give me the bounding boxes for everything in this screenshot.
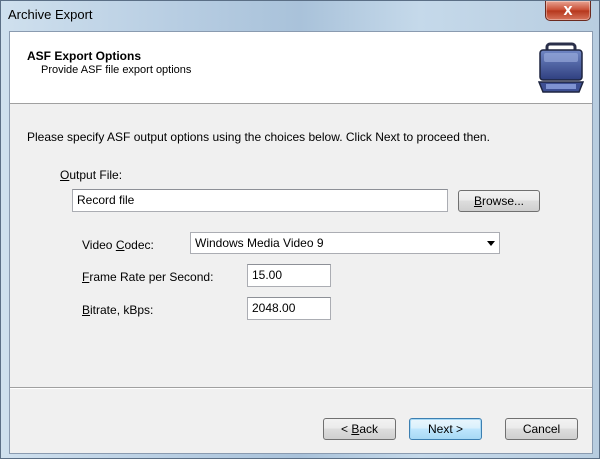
next-button[interactable]: Next > <box>409 418 482 440</box>
wizard-header: ASF Export Options Provide ASF file expo… <box>10 32 592 104</box>
video-codec-label-pre: Video <box>82 238 116 252</box>
briefcase-icon <box>538 42 584 93</box>
frame-rate-label: Frame Rate per Second: <box>82 270 213 284</box>
video-codec-label-text: odec: <box>124 238 154 252</box>
back-button-label: ack <box>359 422 379 436</box>
output-file-input[interactable]: Record file <box>72 189 448 212</box>
video-codec-label: Video Codec: <box>82 238 154 252</box>
cancel-button[interactable]: Cancel <box>505 418 578 440</box>
archive-export-window: Archive Export X ASF Export Options Prov… <box>0 0 600 459</box>
output-file-label-text: utput File: <box>69 168 123 182</box>
bitrate-label-accel: B <box>82 303 91 317</box>
chevron-down-icon[interactable] <box>487 241 495 246</box>
output-file-label: Output File: <box>60 168 122 182</box>
video-codec-dropdown[interactable]: Windows Media Video 9 <box>190 232 500 254</box>
frame-rate-label-text: rame Rate per Second: <box>89 270 214 284</box>
footer-separator <box>10 387 592 389</box>
page-title: ASF Export Options <box>27 49 141 63</box>
frame-rate-input[interactable]: 15.00 <box>247 264 331 287</box>
video-codec-selected: Windows Media Video 9 <box>195 236 324 250</box>
browse-button[interactable]: Browse... <box>458 190 540 212</box>
bitrate-input[interactable]: 2048.00 <box>247 297 331 320</box>
window-title: Archive Export <box>8 7 93 22</box>
instruction-text: Please specify ASF output options using … <box>27 130 490 144</box>
browse-button-label: rowse... <box>482 194 525 208</box>
bitrate-label: Bitrate, kBps: <box>82 303 153 317</box>
back-button-pre: < <box>340 422 352 436</box>
browse-button-accel: B <box>473 194 482 208</box>
close-button[interactable]: X <box>545 1 591 21</box>
close-icon: X <box>563 3 573 18</box>
page-subtitle: Provide ASF file export options <box>41 64 192 76</box>
bitrate-label-text: itrate, kBps: <box>90 303 154 317</box>
title-bar[interactable]: Archive Export X <box>1 1 599 27</box>
dialog-client-area: ASF Export Options Provide ASF file expo… <box>9 31 593 454</box>
output-file-label-accel: O <box>60 168 70 182</box>
back-button[interactable]: < Back <box>323 418 396 440</box>
